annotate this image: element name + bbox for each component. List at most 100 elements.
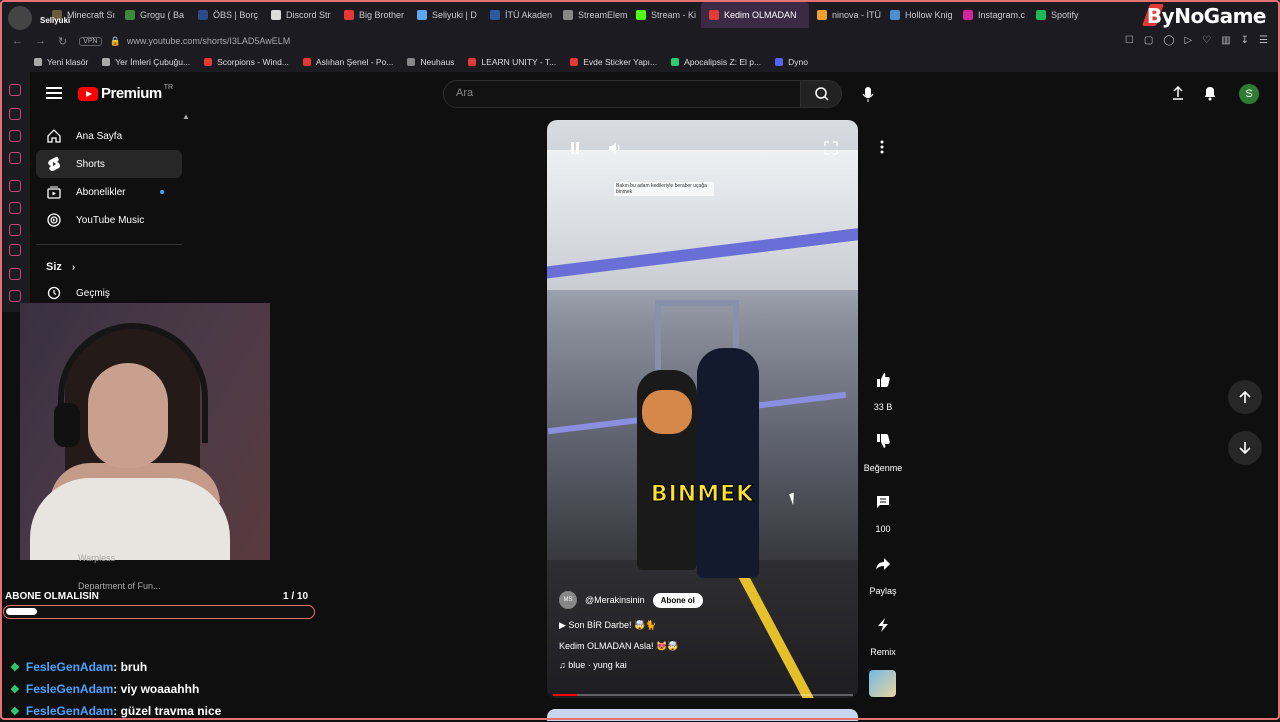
remix-button[interactable]: Remix <box>862 605 904 657</box>
sidebar-item-partial[interactable]: Warpless <box>40 553 161 563</box>
browser-tab[interactable]: Big Brother <box>336 2 409 28</box>
browser-tab[interactable]: StreamElem <box>555 2 628 28</box>
rail-messenger-icon[interactable] <box>9 152 21 164</box>
browser-tab[interactable]: Stream - Ki <box>628 2 701 28</box>
comment-count: 100 <box>875 524 891 534</box>
wallet-icon[interactable]: ▥ <box>1221 35 1230 46</box>
sound-thumbnail[interactable] <box>869 670 896 697</box>
browser-tab[interactable]: ÖBS | Borç <box>190 2 263 28</box>
volume-icon[interactable] <box>605 138 625 158</box>
browser-tab[interactable]: Discord Str <box>263 2 336 28</box>
rail-crypto-icon[interactable] <box>9 108 21 120</box>
bookmark-favicon-icon <box>468 58 477 66</box>
sidebar-item-subscriptions[interactable]: Abonelikler <box>36 178 182 206</box>
bookmark-item[interactable]: Evde Sticker Yapı... <box>570 57 657 67</box>
next-short-button[interactable] <box>1228 431 1262 465</box>
sidebar-item-home[interactable]: Ana Sayfa <box>36 122 182 150</box>
rail-news-icon[interactable] <box>9 202 21 214</box>
channel-name[interactable]: @Merakinsinin <box>585 595 645 605</box>
browser-tab[interactable]: Spotify <box>1028 2 1101 28</box>
music-row[interactable]: ♫ blue · yung kai <box>559 660 849 670</box>
sidebar-scroll-up-icon[interactable]: ▲ <box>182 112 190 121</box>
subscriptions-icon <box>46 184 62 200</box>
share-button[interactable]: Paylaş <box>862 544 904 596</box>
forward-icon[interactable]: → <box>35 35 46 47</box>
sidebar-item-shorts[interactable]: Shorts <box>36 150 182 178</box>
rail-player-icon[interactable] <box>9 224 21 236</box>
sidebar-divider <box>36 244 182 245</box>
sidebar-item-music[interactable]: YouTube Music <box>36 206 182 234</box>
pause-icon[interactable] <box>565 138 585 158</box>
dislike-button[interactable]: Beğenme <box>862 421 904 473</box>
rail-aria-icon[interactable] <box>9 84 21 96</box>
guide-menu-icon[interactable] <box>46 87 62 102</box>
tab-favicon-icon <box>817 10 827 20</box>
rail-settings-icon[interactable] <box>9 290 21 302</box>
heart-icon[interactable]: ♡ <box>1202 35 1211 46</box>
profile-avatar[interactable]: S <box>1239 84 1259 104</box>
video-title[interactable]: Kedim OLMADAN Asla! 😻🤯 <box>559 641 849 652</box>
bookmark-item[interactable]: Neuhaus <box>407 57 454 67</box>
bookmark-item[interactable]: Yer İmleri Çubuğu... <box>102 57 190 67</box>
tab-favicon-icon <box>344 10 354 20</box>
lock-icon[interactable]: 🔒 <box>110 36 121 47</box>
rail-history-icon[interactable] <box>9 244 21 256</box>
short-video-player[interactable]: Bakın bu adam kedileriyle beraber uçağa … <box>547 120 858 698</box>
notifications-icon[interactable] <box>1203 85 1217 106</box>
like-button[interactable]: 33 B <box>862 360 904 412</box>
address-field[interactable]: www.youtube.com/shorts/I3LAD5AwELM <box>127 36 290 46</box>
browser-tab[interactable]: İTÜ Akaden <box>482 2 555 28</box>
bookmark-label: Scorpions - Wind... <box>217 57 289 67</box>
vpn-badge[interactable]: VPN <box>79 36 102 46</box>
rail-games-icon[interactable] <box>9 130 21 142</box>
comment-icon <box>863 482 903 522</box>
bookmark-item[interactable]: Aslıhan Şenel - Po... <box>302 57 393 67</box>
bookmark-item[interactable]: Scorpions - Wind... <box>204 57 289 67</box>
shield-icon[interactable]: ◯ <box>1163 35 1174 46</box>
play-icon[interactable]: ▷ <box>1185 35 1193 46</box>
bookmark-item[interactable]: Dyno <box>775 57 808 67</box>
bookmark-item[interactable]: Yeni klasör <box>34 57 88 67</box>
tab-label: Grogu ( Ba <box>140 10 185 20</box>
browser-tab[interactable]: Seliyuki | D <box>409 2 482 28</box>
reload-icon[interactable]: ↻ <box>58 35 67 48</box>
download-icon[interactable]: ↧ <box>1241 35 1249 46</box>
comments-button[interactable]: 100 <box>862 482 904 534</box>
chat-username: FesleGenAdam <box>25 704 114 718</box>
bookmark-label: Yer İmleri Çubuğu... <box>115 57 191 67</box>
browser-tab[interactable]: Kedim OLMADAN <box>701 2 809 28</box>
tab-label: Stream - Ki <box>651 10 697 20</box>
playlist-link[interactable]: ▶ Son BİR Darbe! 🤯🐈 <box>559 620 849 631</box>
rail-twitch-icon[interactable] <box>9 180 21 192</box>
video-progress-bar[interactable] <box>553 694 853 696</box>
subscribe-button[interactable]: Abone ol <box>652 592 703 608</box>
bookmark-favicon-icon <box>302 58 311 66</box>
bookmark-favicon-icon <box>204 58 213 66</box>
browser-tab[interactable]: Grogu ( Ba <box>117 2 190 28</box>
rail-extensions-icon[interactable] <box>9 268 21 280</box>
create-icon[interactable] <box>1171 85 1185 106</box>
bookmark-icon[interactable]: ☐ <box>1125 35 1134 46</box>
sub-goal-label: ABONE OLMALISIN <box>5 591 99 602</box>
youtube-logo[interactable]: Premium TR <box>78 84 173 102</box>
bookmark-item[interactable]: Apocalipsis Z: El p... <box>671 57 761 67</box>
menu-icon[interactable]: ☰ <box>1259 35 1268 46</box>
bookmark-favicon-icon <box>102 58 111 66</box>
bookmark-favicon-icon <box>570 58 579 66</box>
bookmark-item[interactable]: LEARN UNITY - T... <box>468 57 556 67</box>
search-button[interactable] <box>800 80 842 108</box>
channel-avatar[interactable]: MS <box>559 591 577 609</box>
more-options-icon[interactable] <box>872 137 892 157</box>
browser-tab[interactable]: ninova - İTÜ <box>809 2 882 28</box>
browser-tab[interactable]: Hollow Knig <box>882 2 955 28</box>
previous-short-button[interactable] <box>1228 380 1262 414</box>
back-icon[interactable]: ← <box>12 35 23 47</box>
sidebar-item-partial[interactable]: Department of Fun... <box>40 581 161 591</box>
browser-tab[interactable]: Instagram.c <box>955 2 1028 28</box>
search-input[interactable]: Ara <box>443 80 801 108</box>
screenshot-icon[interactable]: ▢ <box>1144 35 1153 46</box>
next-short-preview[interactable] <box>547 709 858 721</box>
voice-search-icon[interactable] <box>858 84 878 104</box>
fullscreen-icon[interactable] <box>821 138 841 158</box>
sidebar-section-you[interactable]: Siz › <box>36 255 182 279</box>
